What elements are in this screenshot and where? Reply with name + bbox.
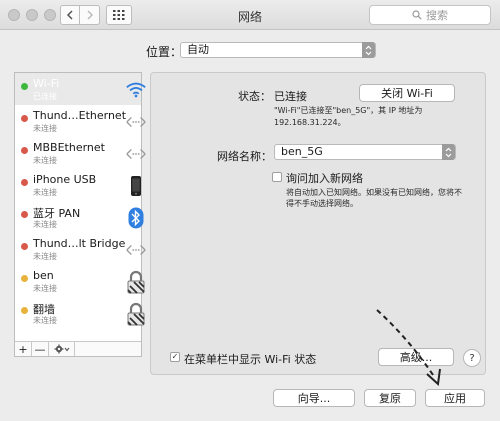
ask-join-label: 询问加入新网络 xyxy=(286,172,363,185)
title-bar: 网络 搜索 xyxy=(0,0,500,30)
status-dot xyxy=(21,147,28,154)
service-row[interactable]: ben 未连接 xyxy=(15,265,145,297)
location-select[interactable]: 自动 xyxy=(180,42,376,58)
turn-off-wifi-button[interactable]: 关闭 Wi-Fi xyxy=(359,84,455,102)
status-value: 已连接 xyxy=(274,90,307,103)
ethernet-icon xyxy=(125,143,147,165)
action-menu-button[interactable] xyxy=(49,342,75,356)
ethernet-icon xyxy=(125,111,147,133)
ask-join-description-line1: 将自动加入已知网络。如果没有已知网络，您将不 xyxy=(286,188,462,197)
service-row[interactable]: iPhone USB 未连接 xyxy=(15,169,141,201)
service-row[interactable]: Wi-Fi 已连接 xyxy=(15,73,146,105)
ethernet-icon xyxy=(125,239,147,261)
location-value: 自动 xyxy=(187,43,209,56)
service-name: MBBEthernet xyxy=(33,141,105,154)
search-field[interactable]: 搜索 xyxy=(369,5,491,25)
network-name-value: ben_5G xyxy=(281,145,323,158)
service-row[interactable]: 翻墙 未连接 xyxy=(15,297,145,329)
service-status: 未连接 xyxy=(33,156,57,165)
status-description-line2: 192.168.31.224。 xyxy=(274,118,346,127)
service-row[interactable]: MBBEthernet 未连接 xyxy=(15,137,146,169)
status-dot xyxy=(21,243,28,250)
lock-icon xyxy=(125,270,147,294)
ask-join-checkbox[interactable] xyxy=(272,172,282,182)
network-name-label: 网络名称： xyxy=(217,150,272,163)
bluetooth-icon xyxy=(125,207,147,229)
service-status: 未连接 xyxy=(33,188,57,197)
remove-service-button[interactable]: — xyxy=(32,342,49,356)
service-status: 未连接 xyxy=(33,220,57,229)
ask-join-description-line2: 得不手动选择网络。 xyxy=(286,199,358,208)
assist-me-button[interactable]: 向导... xyxy=(273,389,355,407)
gear-icon xyxy=(54,344,69,354)
service-name: Thund…lt Bridge xyxy=(33,237,126,250)
lock-icon xyxy=(125,302,147,326)
service-status: 未连接 xyxy=(33,316,57,325)
updown-icon xyxy=(362,42,375,58)
service-status: 未连接 xyxy=(33,124,57,133)
sidebar-footer: + — xyxy=(15,341,141,356)
show-in-menubar-label: 在菜单栏中显示 Wi-Fi 状态 xyxy=(184,353,317,366)
wifi-icon xyxy=(125,79,147,101)
network-name-select[interactable]: ben_5G xyxy=(274,144,456,160)
service-status: 未连接 xyxy=(33,252,57,261)
status-dot xyxy=(21,211,28,218)
service-status: 未连接 xyxy=(33,284,57,293)
status-label: 状态： xyxy=(238,90,271,103)
search-icon xyxy=(412,10,422,20)
revert-button[interactable]: 复原 xyxy=(364,389,416,407)
apply-button[interactable]: 应用 xyxy=(425,389,485,407)
help-button[interactable]: ? xyxy=(463,349,481,367)
advanced-button[interactable]: 高级... xyxy=(378,348,454,366)
service-row[interactable]: 蓝牙 PAN 未连接 xyxy=(15,201,144,233)
location-label: 位置： xyxy=(146,45,183,59)
service-name: Thund…Ethernet xyxy=(33,109,127,122)
service-name: ben xyxy=(33,269,54,282)
iphone-icon xyxy=(125,175,147,197)
service-status: 已连接 xyxy=(33,92,57,101)
network-service-list: Wi-Fi 已连接 Thund…Ethernet 未连接 MBBEthernet 未连接 i… xyxy=(14,72,146,357)
show-in-menubar-checkbox[interactable]: ✓ xyxy=(170,352,180,362)
add-service-button[interactable]: + xyxy=(15,342,32,356)
search-placeholder: 搜索 xyxy=(426,9,448,22)
status-description-line1: "Wi-Fi"已连接至"ben_5G"，其 IP 地址为 xyxy=(274,106,423,115)
service-row[interactable]: Thund…lt Bridge 未连接 xyxy=(15,233,146,265)
status-dot xyxy=(21,115,28,122)
status-dot xyxy=(21,275,28,282)
service-name: iPhone USB xyxy=(33,173,97,186)
service-row[interactable]: Thund…Ethernet 未连接 xyxy=(15,105,146,137)
status-dot xyxy=(21,307,28,314)
status-dot xyxy=(21,83,28,90)
status-dot xyxy=(21,179,28,186)
updown-icon xyxy=(442,144,455,160)
service-name: Wi-Fi xyxy=(33,77,60,90)
